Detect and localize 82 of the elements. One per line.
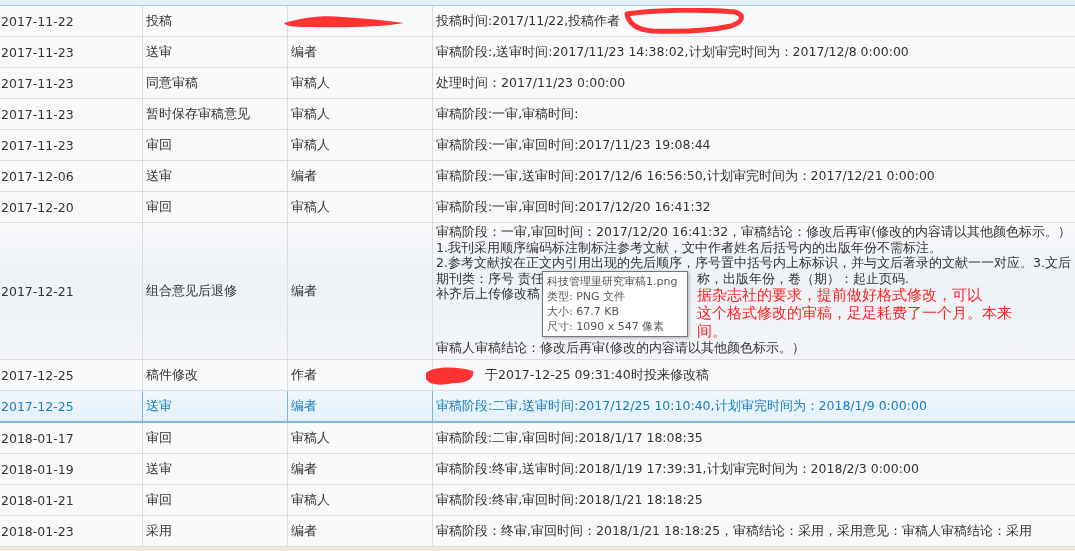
date-cell: 2017-12-06 xyxy=(1,168,74,184)
annotation-text: 间。 xyxy=(697,322,727,340)
role-cell: 审稿人 xyxy=(291,136,330,154)
table-row[interactable]: 2017-12-25 送审 编者 审稿阶段:二审,送审时间:2017/12/25 10:10:40,计划审完时间为：2018/1/9 0:00:00 xyxy=(0,391,1075,423)
date-cell: 2017-12-25 xyxy=(1,398,74,414)
action-cell: 送审 xyxy=(146,460,172,478)
detail-cell: 审稿阶段:终审,审回时间:2018/1/21 18:18:25 xyxy=(436,491,703,509)
detail-cell: 审稿阶段:一审,审稿时间: xyxy=(436,105,579,123)
role-cell: 编者 xyxy=(291,397,317,415)
date-cell: 2018-01-19 xyxy=(1,461,74,477)
role-cell: 编者 xyxy=(291,460,317,478)
role-cell: 审稿人 xyxy=(291,491,330,509)
action-cell: 审回 xyxy=(146,429,172,447)
date-cell: 2017-12-21 xyxy=(1,283,74,299)
detail-line: 补齐后上传修改稿 xyxy=(436,286,540,301)
role-cell: 审稿人 xyxy=(291,74,330,92)
date-cell: 2017-11-23 xyxy=(1,75,74,91)
detail-cell: 于2017-12-25 09:31:40时投来修改稿 xyxy=(485,366,709,384)
tooltip-line: 大小: 67.7 KB xyxy=(547,304,620,319)
date-cell: 2018-01-23 xyxy=(1,523,74,539)
detail-line: 2.参考文献按在正文内引用出现的先后顺序，序号置中括号内上标标识，并与文后著录的文献一一对应。3.文后 xyxy=(436,255,1071,271)
action-cell: 暂时保存审稿意见 xyxy=(146,105,250,123)
role-cell: 编者 xyxy=(291,167,317,185)
tooltip-line: 科技管理里研究审稿1.png xyxy=(547,274,679,289)
detail-line: 1.我刊采用顺序编码标注制标注参考文献，文中作者姓名后括号内的出版年份不需标注。 xyxy=(436,239,942,255)
table-row[interactable]: 2017-11-22 投稿 投稿时间:2017/11/22,投稿作者 xyxy=(0,6,1075,37)
action-cell: 稿件修改 xyxy=(146,366,198,384)
detail-cell: 审稿阶段:一审,送审时间:2017/12/6 16:56:50,计划审完时间为：2017/12/21 0:00:00 xyxy=(436,167,935,185)
date-cell: 2017-11-22 xyxy=(1,13,74,29)
detail-cell: 投稿时间:2017/11/22,投稿作者 xyxy=(436,12,621,30)
date-cell: 2018-01-17 xyxy=(1,430,74,446)
table-row[interactable]: 2017-11-23 送审 编者 审稿阶段:,送审时间:2017/11/23 14:38:02,计划审完时间为：2017/12/8 0:00:00 xyxy=(0,37,1075,68)
detail-cell: 审稿阶段:一审,审回时间:2017/11/23 19:08:44 xyxy=(436,136,711,154)
annotation-text: 据杂志社的要求，提前做好格式修改，可以 xyxy=(697,286,982,304)
table-row[interactable]: 2017-12-20 审回 审稿人 审稿阶段:一审,审回时间:2017/12/20 16:41:32 xyxy=(0,192,1075,223)
table-row[interactable]: 2018-01-23 采用 编者 审稿阶段：终审,审回时间：2018/1/21 18:18:25，审稿结论：采用，采用意见：审稿人审稿结论：采用 xyxy=(0,516,1075,547)
role-cell: 审稿人 xyxy=(291,429,330,447)
role-cell: 编者 xyxy=(291,522,317,540)
role-cell: 审稿人 xyxy=(291,105,330,123)
action-cell: 投稿 xyxy=(146,12,172,30)
action-cell: 组合意见后退修 xyxy=(146,282,237,300)
table-row[interactable]: 2017-12-06 送审 编者 审稿阶段:一审,送审时间:2017/12/6 16:56:50,计划审完时间为：2017/12/21 0:00:00 xyxy=(0,161,1075,192)
action-cell: 送审 xyxy=(146,167,172,185)
role-cell: 编者 xyxy=(291,43,317,61)
detail-cell: 审稿阶段：终审,审回时间：2018/1/21 18:18:25，审稿结论：采用，采用意见：审稿人审稿结论：采用 xyxy=(436,522,1033,540)
table-row[interactable]: 2017-12-25 稿件修改 作者 于2017-12-25 09:31:40时投来修改稿 xyxy=(0,360,1075,391)
table-row[interactable]: 2017-11-23 同意审稿 审稿人 处理时间：2017/11/23 0:00:00 xyxy=(0,68,1075,99)
date-cell: 2017-11-23 xyxy=(1,44,74,60)
date-cell: 2017-11-23 xyxy=(1,137,74,153)
date-cell: 2017-12-25 xyxy=(1,367,74,383)
role-cell: 编者 xyxy=(291,282,317,300)
action-cell: 送审 xyxy=(146,43,172,61)
detail-line: 审稿人审稿结论：修改后再审(修改的内容请以其他颜色标示。） xyxy=(436,340,805,356)
action-cell: 审回 xyxy=(146,491,172,509)
detail-cell: 审稿阶段:,送审时间:2017/11/23 14:38:02,计划审完时间为：2017/12/8 0:00:00 xyxy=(436,43,909,61)
date-cell: 2017-11-23 xyxy=(1,106,74,122)
table-row[interactable] xyxy=(0,223,1075,360)
table-row[interactable]: 2017-11-23 暂时保存审稿意见 审稿人 审稿阶段:一审,审稿时间: xyxy=(0,99,1075,130)
role-cell: 审稿人 xyxy=(291,198,330,216)
action-cell: 审回 xyxy=(146,136,172,154)
detail-line: 称，出版年份，卷（期）：起止页码. xyxy=(697,270,909,286)
role-cell: 作者 xyxy=(291,366,317,384)
table-row[interactable]: 2018-01-21 审回 审稿人 审稿阶段:终审,审回时间:2018/1/21 18:18:25 xyxy=(0,485,1075,516)
detail-line: 期刊类：序号 责任 xyxy=(436,270,544,286)
table-row[interactable]: 2017-11-23 审回 审稿人 审稿阶段:一审,审回时间:2017/11/23 19:08:44 xyxy=(0,130,1075,161)
action-cell: 采用 xyxy=(146,522,172,540)
action-cell: 审回 xyxy=(146,198,172,216)
date-cell: 2018-01-21 xyxy=(1,492,74,508)
action-cell: 同意审稿 xyxy=(146,74,198,92)
tooltip-line: 尺寸: 1090 x 547 像素 xyxy=(547,319,666,334)
table-row[interactable]: 2018-01-17 审回 审稿人 审稿阶段:二审,审回时间:2018/1/17 18:08:35 xyxy=(0,423,1075,454)
action-cell: 送审 xyxy=(146,397,172,415)
annotation-text: 这个格式修改的审稿，足足耗费了一个月。本来 xyxy=(697,304,1012,322)
date-cell: 2017-12-20 xyxy=(1,199,74,215)
detail-cell: 审稿阶段:二审,审回时间:2018/1/17 18:08:35 xyxy=(436,429,703,447)
detail-cell: 审稿阶段:二审,送审时间:2017/12/25 10:10:40,计划审完时间为：2018/1/9 0:00:00 xyxy=(436,397,927,415)
table-row[interactable]: 2018-01-19 送审 编者 审稿阶段:终审,送审时间:2018/1/19 17:39:31,计划审完时间为：2018/2/3 0:00:00 xyxy=(0,454,1075,485)
tooltip-line: 类型: PNG 文件 xyxy=(547,289,627,304)
detail-line: 审稿阶段：一审,审回时间：2017/12/20 16:41:32，审稿结论：修改后再审(修改的内容请以其他颜色标示。） xyxy=(436,224,1071,240)
detail-cell: 审稿阶段:一审,审回时间:2017/12/20 16:41:32 xyxy=(436,198,711,216)
detail-cell: 处理时间：2017/11/23 0:00:00 xyxy=(436,74,626,92)
detail-cell: 审稿阶段:终审,送审时间:2018/1/19 17:39:31,计划审完时间为：2018/2/3 0:00:00 xyxy=(436,460,919,478)
